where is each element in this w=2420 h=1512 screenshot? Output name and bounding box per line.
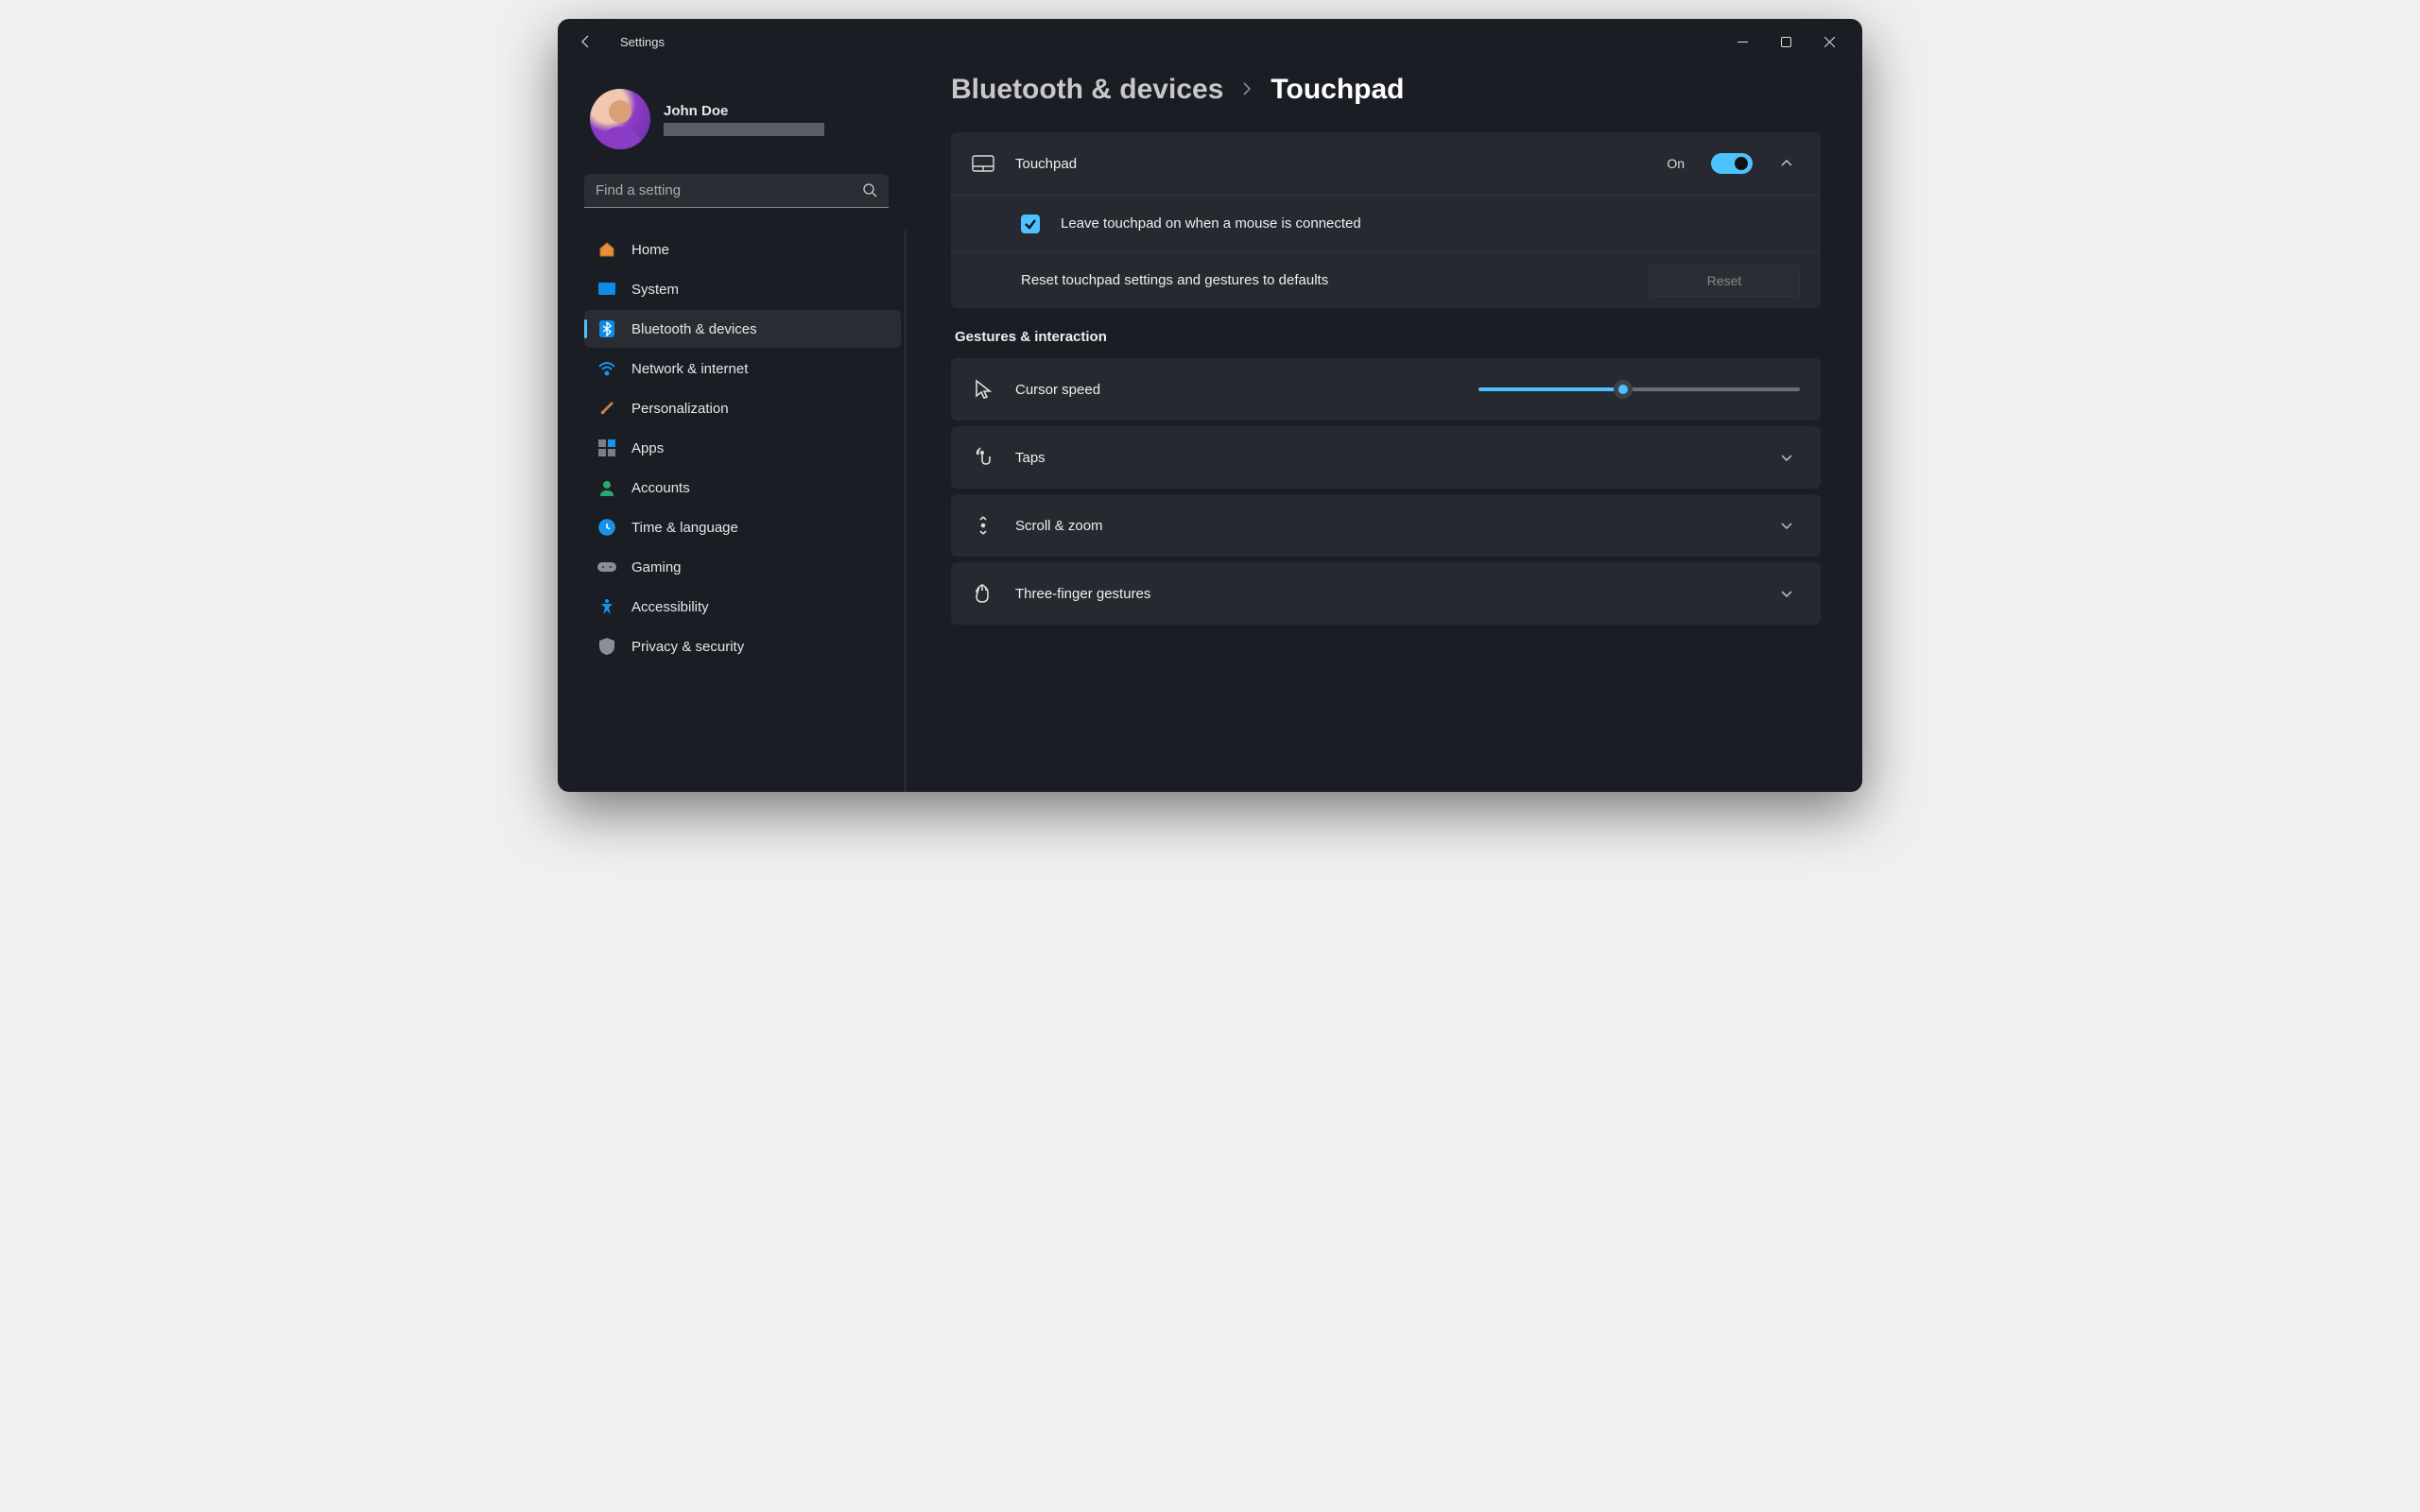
wifi-icon — [597, 359, 616, 378]
clock-icon — [597, 518, 616, 537]
breadcrumb: Bluetooth & devices Touchpad — [951, 74, 1821, 106]
sidebar: John Doe Home System — [558, 64, 917, 792]
nav-item-accounts[interactable]: Accounts — [584, 469, 901, 507]
nav-label: Gaming — [631, 559, 682, 576]
chevron-down-icon — [1780, 519, 1793, 532]
close-icon — [1824, 37, 1835, 47]
check-icon — [1024, 217, 1037, 231]
touchpad-card: Touchpad On Leave touchpad on when a mou… — [951, 132, 1821, 308]
maximize-button[interactable] — [1764, 26, 1807, 57]
nav-item-apps[interactable]: Apps — [584, 429, 901, 467]
taps-label: Taps — [1015, 450, 1753, 466]
three-finger-icon — [972, 582, 994, 605]
chevron-down-icon — [1780, 451, 1793, 464]
reset-row: Reset touchpad settings and gestures to … — [951, 251, 1821, 308]
nav: Home System Bluetooth & devices Network … — [584, 231, 906, 792]
nav-label: Apps — [631, 440, 664, 456]
nav-item-privacy[interactable]: Privacy & security — [584, 627, 901, 665]
gestures-section-title: Gestures & interaction — [955, 329, 1821, 345]
nav-item-network[interactable]: Network & internet — [584, 350, 901, 387]
scroll-zoom-label: Scroll & zoom — [1015, 518, 1753, 534]
touchpad-row[interactable]: Touchpad On — [951, 132, 1821, 195]
bluetooth-icon — [597, 319, 616, 338]
gaming-icon — [597, 558, 616, 576]
breadcrumb-parent[interactable]: Bluetooth & devices — [951, 74, 1223, 106]
scroll-zoom-card[interactable]: Scroll & zoom — [951, 494, 1821, 557]
back-button[interactable] — [569, 25, 603, 59]
expand-button[interactable] — [1773, 580, 1800, 607]
search-input[interactable] — [584, 174, 889, 208]
reset-label: Reset touchpad settings and gestures to … — [1021, 272, 1628, 288]
tap-icon — [972, 446, 994, 469]
cursor-speed-card: Cursor speed — [951, 358, 1821, 421]
search-icon — [862, 182, 877, 202]
apps-icon — [597, 438, 616, 457]
three-finger-card[interactable]: Three-finger gestures — [951, 562, 1821, 625]
reset-button[interactable]: Reset — [1649, 265, 1800, 297]
profile-email-redacted — [664, 123, 824, 136]
profile-block[interactable]: John Doe — [584, 83, 906, 155]
arrow-left-icon — [579, 34, 594, 49]
touchpad-toggle[interactable] — [1711, 153, 1753, 174]
accounts-icon — [597, 478, 616, 497]
collapse-button[interactable] — [1773, 150, 1800, 177]
nav-item-accessibility[interactable]: Accessibility — [584, 588, 901, 626]
settings-window: Settings John Doe — [558, 19, 1862, 792]
cursor-icon — [972, 378, 994, 401]
system-icon — [597, 280, 616, 299]
cursor-speed-slider[interactable] — [1478, 387, 1800, 391]
scroll-icon — [972, 514, 994, 537]
window-title: Settings — [620, 35, 665, 49]
chevron-down-icon — [1780, 587, 1793, 600]
window-controls — [1720, 26, 1851, 57]
minimize-button[interactable] — [1720, 26, 1764, 57]
nav-label: System — [631, 282, 679, 298]
nav-item-home[interactable]: Home — [584, 231, 901, 268]
leave-on-row: Leave touchpad on when a mouse is connec… — [951, 195, 1821, 251]
leave-on-label: Leave touchpad on when a mouse is connec… — [1061, 215, 1800, 232]
nav-item-bluetooth-devices[interactable]: Bluetooth & devices — [584, 310, 901, 348]
brush-icon — [597, 399, 616, 418]
touchpad-label: Touchpad — [1015, 156, 1646, 172]
touchpad-state: On — [1667, 156, 1685, 171]
chevron-right-icon — [1240, 79, 1253, 101]
nav-item-time-language[interactable]: Time & language — [584, 508, 901, 546]
expand-button[interactable] — [1773, 444, 1800, 471]
cursor-speed-row: Cursor speed — [951, 358, 1821, 421]
nav-label: Home — [631, 242, 669, 258]
nav-label: Bluetooth & devices — [631, 321, 757, 337]
maximize-icon — [1781, 37, 1791, 47]
nav-label: Accounts — [631, 480, 690, 496]
shield-icon — [597, 637, 616, 656]
close-button[interactable] — [1807, 26, 1851, 57]
breadcrumb-current: Touchpad — [1270, 74, 1404, 106]
nav-label: Accessibility — [631, 599, 709, 615]
nav-item-system[interactable]: System — [584, 270, 901, 308]
taps-card[interactable]: Taps — [951, 426, 1821, 489]
minimize-icon — [1737, 37, 1748, 47]
touchpad-icon — [972, 152, 994, 175]
main-content: Bluetooth & devices Touchpad Touchpad On — [917, 64, 1862, 792]
home-icon — [597, 240, 616, 259]
avatar — [590, 89, 650, 149]
chevron-up-icon — [1780, 157, 1793, 170]
accessibility-icon — [597, 597, 616, 616]
leave-on-checkbox[interactable] — [1021, 215, 1040, 233]
nav-label: Personalization — [631, 401, 729, 417]
search-wrap — [584, 174, 906, 208]
nav-item-gaming[interactable]: Gaming — [584, 548, 901, 586]
nav-label: Time & language — [631, 520, 738, 536]
nav-label: Network & internet — [631, 361, 748, 377]
nav-item-personalization[interactable]: Personalization — [584, 389, 901, 427]
nav-label: Privacy & security — [631, 639, 744, 655]
profile-name: John Doe — [664, 103, 824, 119]
expand-button[interactable] — [1773, 512, 1800, 539]
cursor-speed-label: Cursor speed — [1015, 382, 1100, 398]
three-finger-label: Three-finger gestures — [1015, 586, 1753, 602]
titlebar: Settings — [558, 19, 1862, 64]
